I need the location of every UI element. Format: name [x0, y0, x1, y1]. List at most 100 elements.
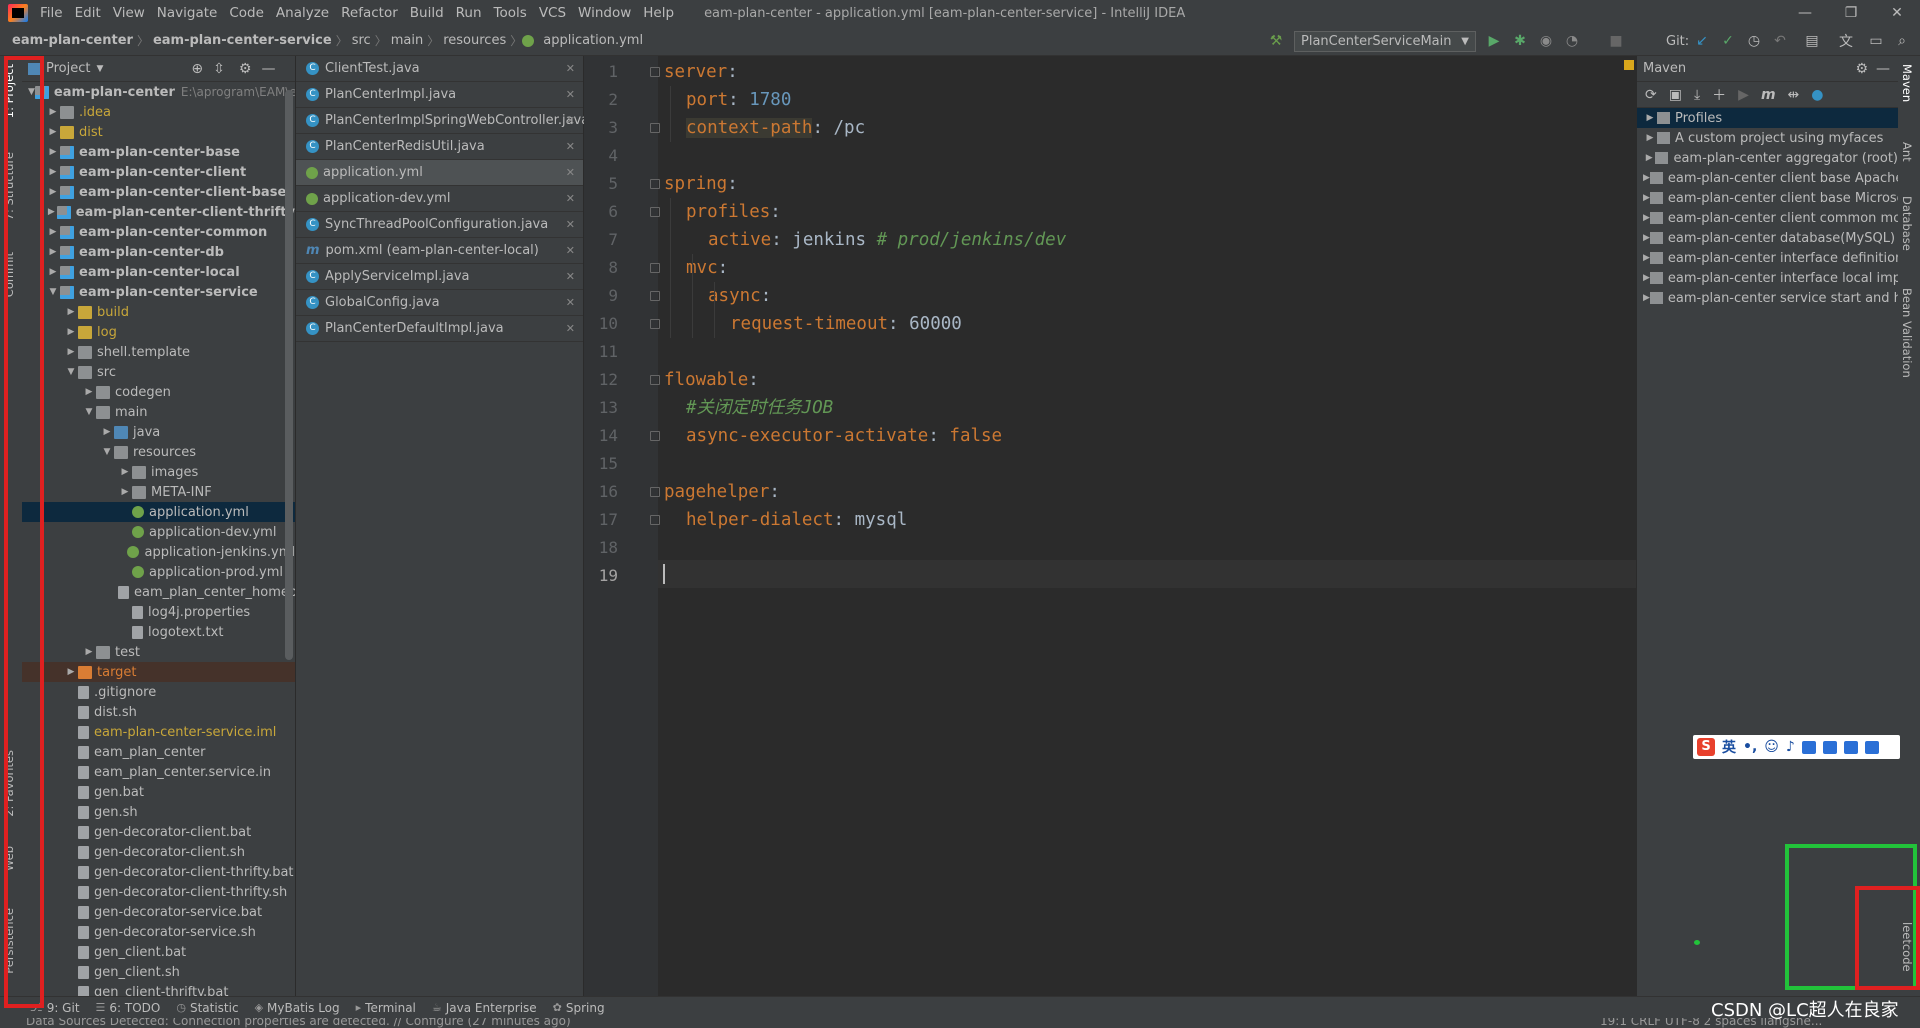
tree-item[interactable]: gen_client.sh	[22, 962, 295, 982]
breadcrumb-item[interactable]: eam-plan-center-service	[149, 33, 336, 48]
tree-item[interactable]: ▶ codegen	[22, 382, 295, 402]
tree-item[interactable]: ▶ target	[22, 662, 295, 682]
run-icon[interactable]: ▶	[1738, 87, 1749, 103]
fold-marker-icon[interactable]	[650, 319, 660, 329]
expand-arrow-icon[interactable]: ▶	[46, 267, 60, 277]
tree-item[interactable]: ▶ images	[22, 462, 295, 482]
tree-item[interactable]: dist.sh	[22, 702, 295, 722]
expand-arrow-icon[interactable]: ▶	[118, 487, 132, 497]
tree-item[interactable]: ▶ eam-plan-center-client	[22, 162, 295, 182]
tree-item[interactable]: ▶ eam-plan-center-client-base	[22, 182, 295, 202]
maven-project-item[interactable]: ▶ eam-plan-center service start and http	[1637, 288, 1898, 308]
ime-emoji-icon[interactable]: ☺	[1764, 739, 1779, 755]
code-editor[interactable]: 1 2 3 4 5 6 7 8 9 10 11 12 13 14 15 16 17 18 19 server: por…	[584, 56, 1636, 1018]
close-tab-icon[interactable]: ✕	[566, 218, 575, 231]
expand-arrow-icon[interactable]: ▶	[64, 327, 78, 337]
run-icon[interactable]: ▶	[1484, 31, 1504, 51]
expand-arrow-icon[interactable]: ▶	[100, 427, 114, 437]
coverage-icon[interactable]: ◉	[1536, 31, 1556, 51]
tree-item[interactable]: gen_client.bat	[22, 942, 295, 962]
fold-marker-icon[interactable]	[650, 515, 660, 525]
tree-item[interactable]: ▶ eam-plan-center-local	[22, 262, 295, 282]
tree-item[interactable]: ▼ resources	[22, 442, 295, 462]
maven-project-item[interactable]: ▶ eam-plan-center client common modu	[1637, 208, 1898, 228]
fold-marker-icon[interactable]	[650, 375, 660, 385]
bottom-tab-java-enterprise[interactable]: ☕ Java Enterprise	[432, 1001, 537, 1015]
expand-arrow-icon[interactable]: ▼	[64, 367, 78, 377]
expand-arrow-icon[interactable]: ▶	[46, 107, 60, 117]
close-tab-icon[interactable]: ✕	[566, 62, 575, 75]
tree-item[interactable]: gen-decorator-service.bat	[22, 902, 295, 922]
hide-panel-icon[interactable]: —	[261, 61, 275, 77]
breadcrumb-item[interactable]: main	[387, 33, 427, 48]
expand-arrow-icon[interactable]: ▶	[64, 667, 78, 677]
maven-goal-icon[interactable]: m	[1761, 87, 1776, 103]
ime-keyboard-icon[interactable]	[1801, 740, 1816, 754]
git-history-icon[interactable]: ◷	[1744, 31, 1764, 51]
reload-icon[interactable]: ⟳	[1645, 87, 1657, 103]
ime-user-icon[interactable]	[1822, 740, 1837, 754]
search-everywhere-icon[interactable]: ⌕	[1892, 31, 1912, 51]
tree-item[interactable]: logotext.txt	[22, 622, 295, 642]
menu-build[interactable]: Build	[404, 5, 450, 21]
locate-file-icon[interactable]: ⊕	[191, 61, 203, 77]
stop-icon[interactable]: ■	[1606, 31, 1626, 51]
build-hammer-icon[interactable]: ⚒	[1266, 31, 1286, 51]
menu-help[interactable]: Help	[637, 5, 680, 21]
tree-item[interactable]: ▶ .idea	[22, 102, 295, 122]
breadcrumb-item[interactable]: src	[348, 33, 375, 48]
close-tab-icon[interactable]: ✕	[566, 114, 575, 127]
project-structure-icon[interactable]: ▤	[1802, 31, 1822, 51]
expand-arrow-icon[interactable]: ▶	[46, 147, 60, 157]
expand-arrow-icon[interactable]: ▶	[1643, 213, 1650, 223]
open-file-tab[interactable]: C PlanCenterImpl.java ✕	[296, 82, 583, 108]
expand-arrow-icon[interactable]: ▼	[82, 407, 96, 417]
menu-run[interactable]: Run	[450, 5, 488, 21]
project-scrollbar[interactable]	[285, 90, 293, 660]
tree-item[interactable]: eam_plan_center.service.in	[22, 762, 295, 782]
expand-arrow-icon[interactable]: ▶	[1643, 293, 1650, 303]
bottom-tab-spring[interactable]: ✿ Spring	[553, 1001, 605, 1015]
open-file-tab[interactable]: C PlanCenterDefaultImpl.java ✕	[296, 316, 583, 342]
tree-root[interactable]: ▼ eam-plan-center E:\aprogram\EAM\eam	[22, 82, 295, 102]
expand-arrow-icon[interactable]: ▶	[46, 127, 60, 137]
close-tab-icon[interactable]: ✕	[566, 140, 575, 153]
menu-refactor[interactable]: Refactor	[335, 5, 404, 21]
bottom-tab-mybatis-log[interactable]: ◈ MyBatis Log	[255, 1001, 340, 1015]
tree-item[interactable]: application-prod.yml	[22, 562, 295, 582]
tree-item[interactable]: gen-decorator-client.bat	[22, 822, 295, 842]
expand-arrow-icon[interactable]: ▶	[1643, 133, 1657, 143]
tree-item[interactable]: application-jenkins.yml	[22, 542, 295, 562]
project-view-select[interactable]: Project	[46, 61, 90, 76]
tree-item[interactable]: ▶ eam-plan-center-base	[22, 142, 295, 162]
close-tab-icon[interactable]: ✕	[566, 270, 575, 283]
expand-arrow-icon[interactable]: ▶	[1643, 193, 1650, 203]
tree-item[interactable]: gen.sh	[22, 802, 295, 822]
maven-project-item[interactable]: ▶ A custom project using myfaces	[1637, 128, 1898, 148]
tree-item[interactable]: ▶ build	[22, 302, 295, 322]
git-rollback-icon[interactable]: ↶	[1770, 31, 1790, 51]
fold-marker-icon[interactable]	[650, 179, 660, 189]
expand-arrow-icon[interactable]: ▶	[64, 347, 78, 357]
close-tab-icon[interactable]: ✕	[566, 296, 575, 309]
expand-arrow-icon[interactable]: ▼	[46, 287, 60, 297]
tree-item[interactable]: application-dev.yml	[22, 522, 295, 542]
settings-gear-icon[interactable]: ⚙	[239, 61, 252, 77]
close-tab-icon[interactable]: ✕	[566, 166, 575, 179]
tree-item[interactable]: .gitignore	[22, 682, 295, 702]
bottom-tab-6-todo[interactable]: ☰ 6: TODO	[96, 1001, 161, 1015]
ime-toolbar[interactable]: S 英 •, ☺ ♪	[1693, 735, 1900, 759]
tree-item[interactable]: ▶ eam-plan-center-db	[22, 242, 295, 262]
breadcrumb-item[interactable]: application.yml	[539, 33, 647, 48]
profile-icon[interactable]: ◔	[1562, 31, 1582, 51]
tree-item[interactable]: ▼ main	[22, 402, 295, 422]
tree-item[interactable]: log4j.properties	[22, 602, 295, 622]
expand-arrow-icon[interactable]: ▶	[46, 227, 60, 237]
menu-edit[interactable]: Edit	[69, 5, 107, 21]
skip-tests-icon[interactable]: ●	[1811, 87, 1823, 103]
hide-panel-icon[interactable]: —	[1876, 61, 1890, 77]
expand-arrow-icon[interactable]: ▶	[1643, 253, 1650, 263]
close-tab-icon[interactable]: ✕	[566, 244, 575, 257]
fold-marker-icon[interactable]	[650, 487, 660, 497]
bottom-tab-terminal[interactable]: ▸ Terminal	[356, 1001, 416, 1015]
